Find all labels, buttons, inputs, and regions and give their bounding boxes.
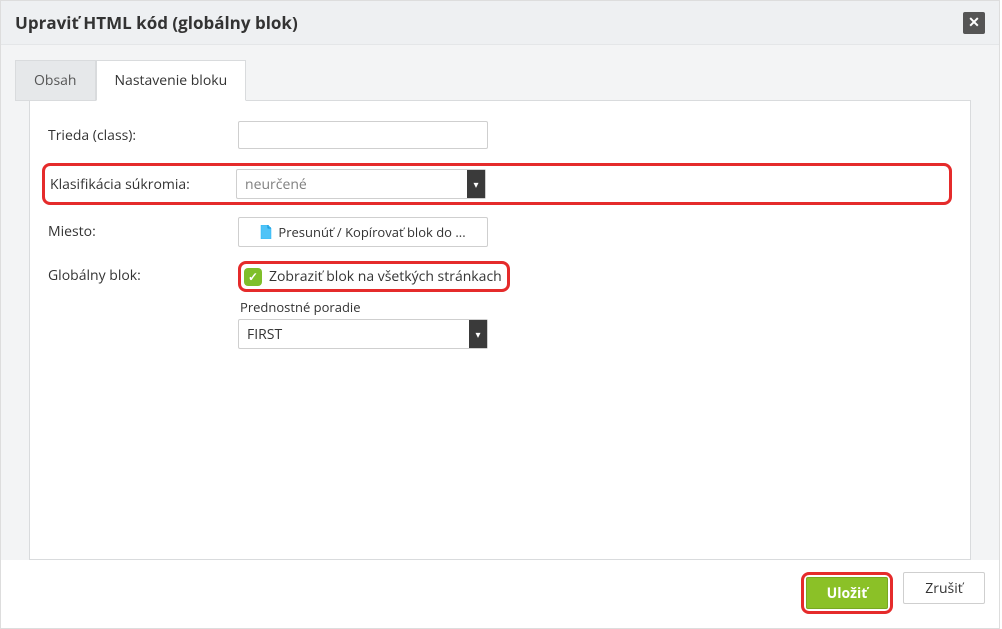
priority-select-value: FIRST bbox=[247, 325, 282, 344]
global-checkbox-label: Zobraziť blok na všetkých stránkach bbox=[269, 267, 502, 286]
global-checkbox[interactable]: ✓ Zobraziť blok na všetkých stránkach bbox=[244, 267, 502, 286]
label-priority: Prednostné poradie bbox=[240, 298, 510, 316]
dialog: Upraviť HTML kód (globálny blok) ✕ Obsah… bbox=[0, 0, 1000, 629]
row-class: Trieda (class): bbox=[48, 121, 952, 149]
class-input[interactable] bbox=[238, 121, 488, 149]
document-icon bbox=[260, 225, 272, 239]
close-button[interactable]: ✕ bbox=[963, 12, 985, 34]
chevron-down-icon: ▾ bbox=[467, 170, 485, 198]
highlight-global-checkbox: ✓ Zobraziť blok na všetkých stránkach bbox=[238, 261, 510, 292]
dialog-header: Upraviť HTML kód (globálny blok) ✕ bbox=[1, 1, 999, 45]
dialog-title: Upraviť HTML kód (globálny blok) bbox=[15, 11, 298, 34]
control-class bbox=[238, 121, 488, 149]
label-class: Trieda (class): bbox=[48, 121, 238, 145]
privacy-select-value: neurčené bbox=[245, 175, 307, 194]
control-place: Presunúť / Kopírovať blok do ... bbox=[238, 217, 488, 247]
checkbox-checked-icon: ✓ bbox=[244, 268, 262, 286]
tab-block-settings[interactable]: Nastavenie bloku bbox=[96, 60, 247, 101]
tabs: Obsah Nastavenie bloku bbox=[15, 59, 985, 100]
priority-select[interactable]: FIRST ▾ bbox=[238, 319, 488, 349]
highlight-privacy-row: Klasifikácia súkromia: neurčené ▾ bbox=[42, 163, 952, 205]
save-button[interactable]: Uložiť bbox=[806, 577, 888, 609]
move-copy-button[interactable]: Presunúť / Kopírovať blok do ... bbox=[238, 217, 488, 247]
tab-panel-settings: Trieda (class): Klasifikácia súkromia: n… bbox=[29, 100, 971, 560]
close-icon: ✕ bbox=[968, 16, 980, 30]
row-place: Miesto: Presunúť / Kopírovať blok do ... bbox=[48, 217, 952, 247]
cancel-button[interactable]: Zrušiť bbox=[903, 572, 985, 604]
label-place: Miesto: bbox=[48, 217, 238, 241]
dialog-footer: Uložiť Zrušiť bbox=[1, 560, 999, 628]
highlight-save-button: Uložiť bbox=[801, 572, 893, 614]
control-privacy: neurčené ▾ bbox=[236, 169, 486, 199]
row-global: Globálny blok: ✓ Zobraziť blok na všetký… bbox=[48, 261, 952, 349]
privacy-select[interactable]: neurčené ▾ bbox=[236, 169, 486, 199]
tab-content[interactable]: Obsah bbox=[15, 60, 96, 101]
control-global: ✓ Zobraziť blok na všetkých stránkach Pr… bbox=[238, 261, 510, 349]
label-privacy: Klasifikácia súkromia: bbox=[50, 175, 236, 194]
tabs-container: Obsah Nastavenie bloku Trieda (class): K… bbox=[1, 45, 999, 560]
move-copy-button-label: Presunúť / Kopírovať blok do ... bbox=[278, 223, 465, 241]
label-global: Globálny blok: bbox=[48, 261, 238, 285]
chevron-down-icon: ▾ bbox=[469, 320, 487, 348]
